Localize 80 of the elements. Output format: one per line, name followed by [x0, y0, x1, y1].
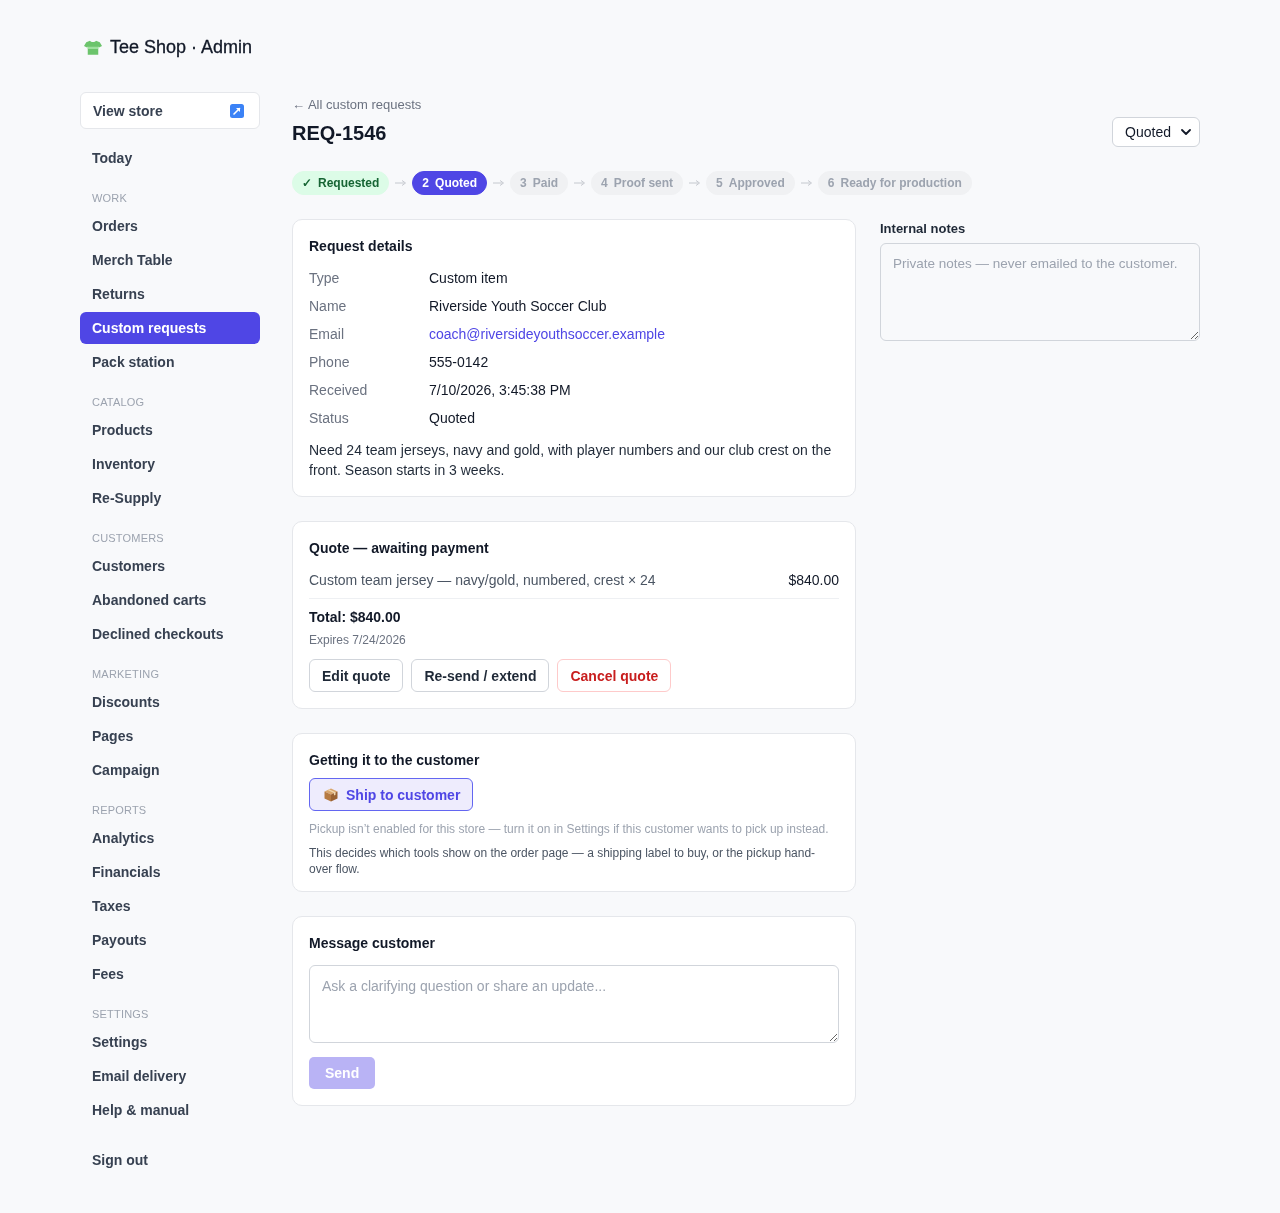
sign-out-link[interactable]: Sign out	[80, 1144, 260, 1176]
sidebar-item[interactable]: Payouts	[80, 924, 260, 956]
quote-total: Total: $840.00	[309, 608, 401, 627]
arrow-icon	[574, 180, 586, 186]
sidebar-item[interactable]: Declined checkouts	[80, 618, 260, 650]
secondary-button[interactable]: Re-send / extend	[411, 659, 550, 692]
arrow-icon	[800, 180, 812, 186]
sidebar-item[interactable]: Pages	[80, 720, 260, 752]
sidebar-item[interactable]: Products	[80, 414, 260, 446]
notes-field[interactable]: Private notes — never emailed to the customer.	[880, 243, 1200, 341]
danger-button[interactable]: Cancel quote	[557, 659, 672, 692]
brand-title: Tee Shop · Admin	[110, 36, 253, 59]
sidebar-item[interactable]: Settings	[80, 1026, 260, 1058]
sidebar-item[interactable]: Customers	[80, 550, 260, 582]
line-item-amount: $840.00	[788, 571, 839, 590]
tshirt-icon	[84, 39, 102, 55]
sidebar-item[interactable]: Re-Supply	[80, 482, 260, 514]
sidebar-item[interactable]: Fees	[80, 958, 260, 990]
view-store-button[interactable]: View store	[80, 92, 260, 129]
message-field[interactable]: Ask a clarifying question or share an update...	[309, 965, 839, 1043]
sidebar-item[interactable]: Financials	[80, 856, 260, 888]
section-label: WORK	[91, 191, 129, 206]
sidebar-item[interactable]: Custom requests	[80, 312, 260, 344]
sidebar-item[interactable]: Today	[80, 142, 260, 174]
chevron-down-icon	[1181, 129, 1191, 135]
detail-label: Status	[309, 410, 349, 426]
detail-value: 7/10/2026, 3:45:38 PM	[429, 382, 571, 398]
delivery-option-button[interactable]: Ship to customer	[309, 778, 474, 811]
secondary-button[interactable]: Edit quote	[309, 659, 404, 692]
line-item-description: Custom team jersey — navy/gold, numbered, crest × 24	[309, 571, 656, 590]
email-link[interactable]: coach@riversideyouthsoccer.example	[429, 326, 665, 342]
sidebar-item[interactable]: Inventory	[80, 448, 260, 480]
section-label: CUSTOMERS	[91, 531, 165, 546]
quote-expiry: Expires 7/24/2026	[309, 632, 406, 648]
card-title: Quote — awaiting payment	[309, 539, 490, 558]
page-title: REQ-1546	[292, 121, 387, 146]
step-pill: 2 Quoted	[412, 171, 488, 195]
sidebar-item[interactable]: Taxes	[80, 890, 260, 922]
step-pill: 3 Paid	[510, 171, 569, 195]
step-pill: 6 Ready for production	[817, 171, 972, 195]
external-link-icon	[230, 103, 244, 118]
section-label: REPORTS	[91, 803, 148, 818]
step-pill: 4 Proof sent	[591, 171, 684, 195]
arrow-icon	[395, 180, 407, 186]
sidebar-item[interactable]: Abandoned carts	[80, 584, 260, 616]
sidebar-item[interactable]: Orders	[80, 210, 260, 242]
package-icon	[324, 787, 338, 802]
back-link[interactable]: ← All custom requests	[292, 96, 422, 114]
detail-label: Email	[309, 326, 344, 342]
detail-value: Riverside Youth Soccer Club	[429, 298, 607, 314]
sidebar-item[interactable]: Merch Table	[80, 244, 260, 276]
notes-label: Internal notes	[880, 221, 967, 237]
arrow-icon	[689, 180, 701, 186]
card-title: Message customer	[309, 934, 437, 953]
pickup-note: Pickup isn’t enabled for this store — turn it on in Settings if this customer wants to pick up instead.	[309, 821, 830, 837]
card-title: Getting it to the customer	[309, 751, 481, 770]
detail-label: Phone	[309, 354, 350, 370]
sidebar-item[interactable]: Campaign	[80, 754, 260, 786]
sidebar-item[interactable]: Returns	[80, 278, 260, 310]
sidebar-item[interactable]: Discounts	[80, 686, 260, 718]
detail-label: Received	[309, 382, 368, 398]
sidebar-item[interactable]: Pack station	[80, 346, 260, 378]
step-pill: 5 Approved	[706, 171, 795, 195]
sidebar-item[interactable]: Analytics	[80, 822, 260, 854]
detail-value: 555-0142	[429, 354, 489, 370]
detail-label: Name	[309, 298, 347, 314]
section-label: SETTINGS	[91, 1007, 150, 1022]
detail-label: Type	[309, 270, 340, 286]
help-text: This decides which tools show on the order page — a shipping label to buy, or the pickup hand-over flow.	[309, 845, 817, 877]
arrow-icon	[493, 180, 505, 186]
step-pill: ✓ Requested	[292, 171, 390, 195]
sidebar-item[interactable]: Help & manual	[80, 1094, 260, 1126]
detail-value: Custom item	[429, 270, 508, 286]
card-title: Request details	[309, 237, 414, 256]
section-label: MARKETING	[91, 667, 161, 682]
request-description: Need 24 team jerseys, navy and gold, with player numbers and our club crest on the front. Season starts in 3 weeks.	[309, 441, 833, 480]
detail-value: Quoted	[429, 410, 475, 426]
sidebar-item[interactable]: Email delivery	[80, 1060, 260, 1092]
section-label: CATALOG	[91, 395, 146, 410]
status-select[interactable]: Quoted	[1112, 117, 1200, 147]
